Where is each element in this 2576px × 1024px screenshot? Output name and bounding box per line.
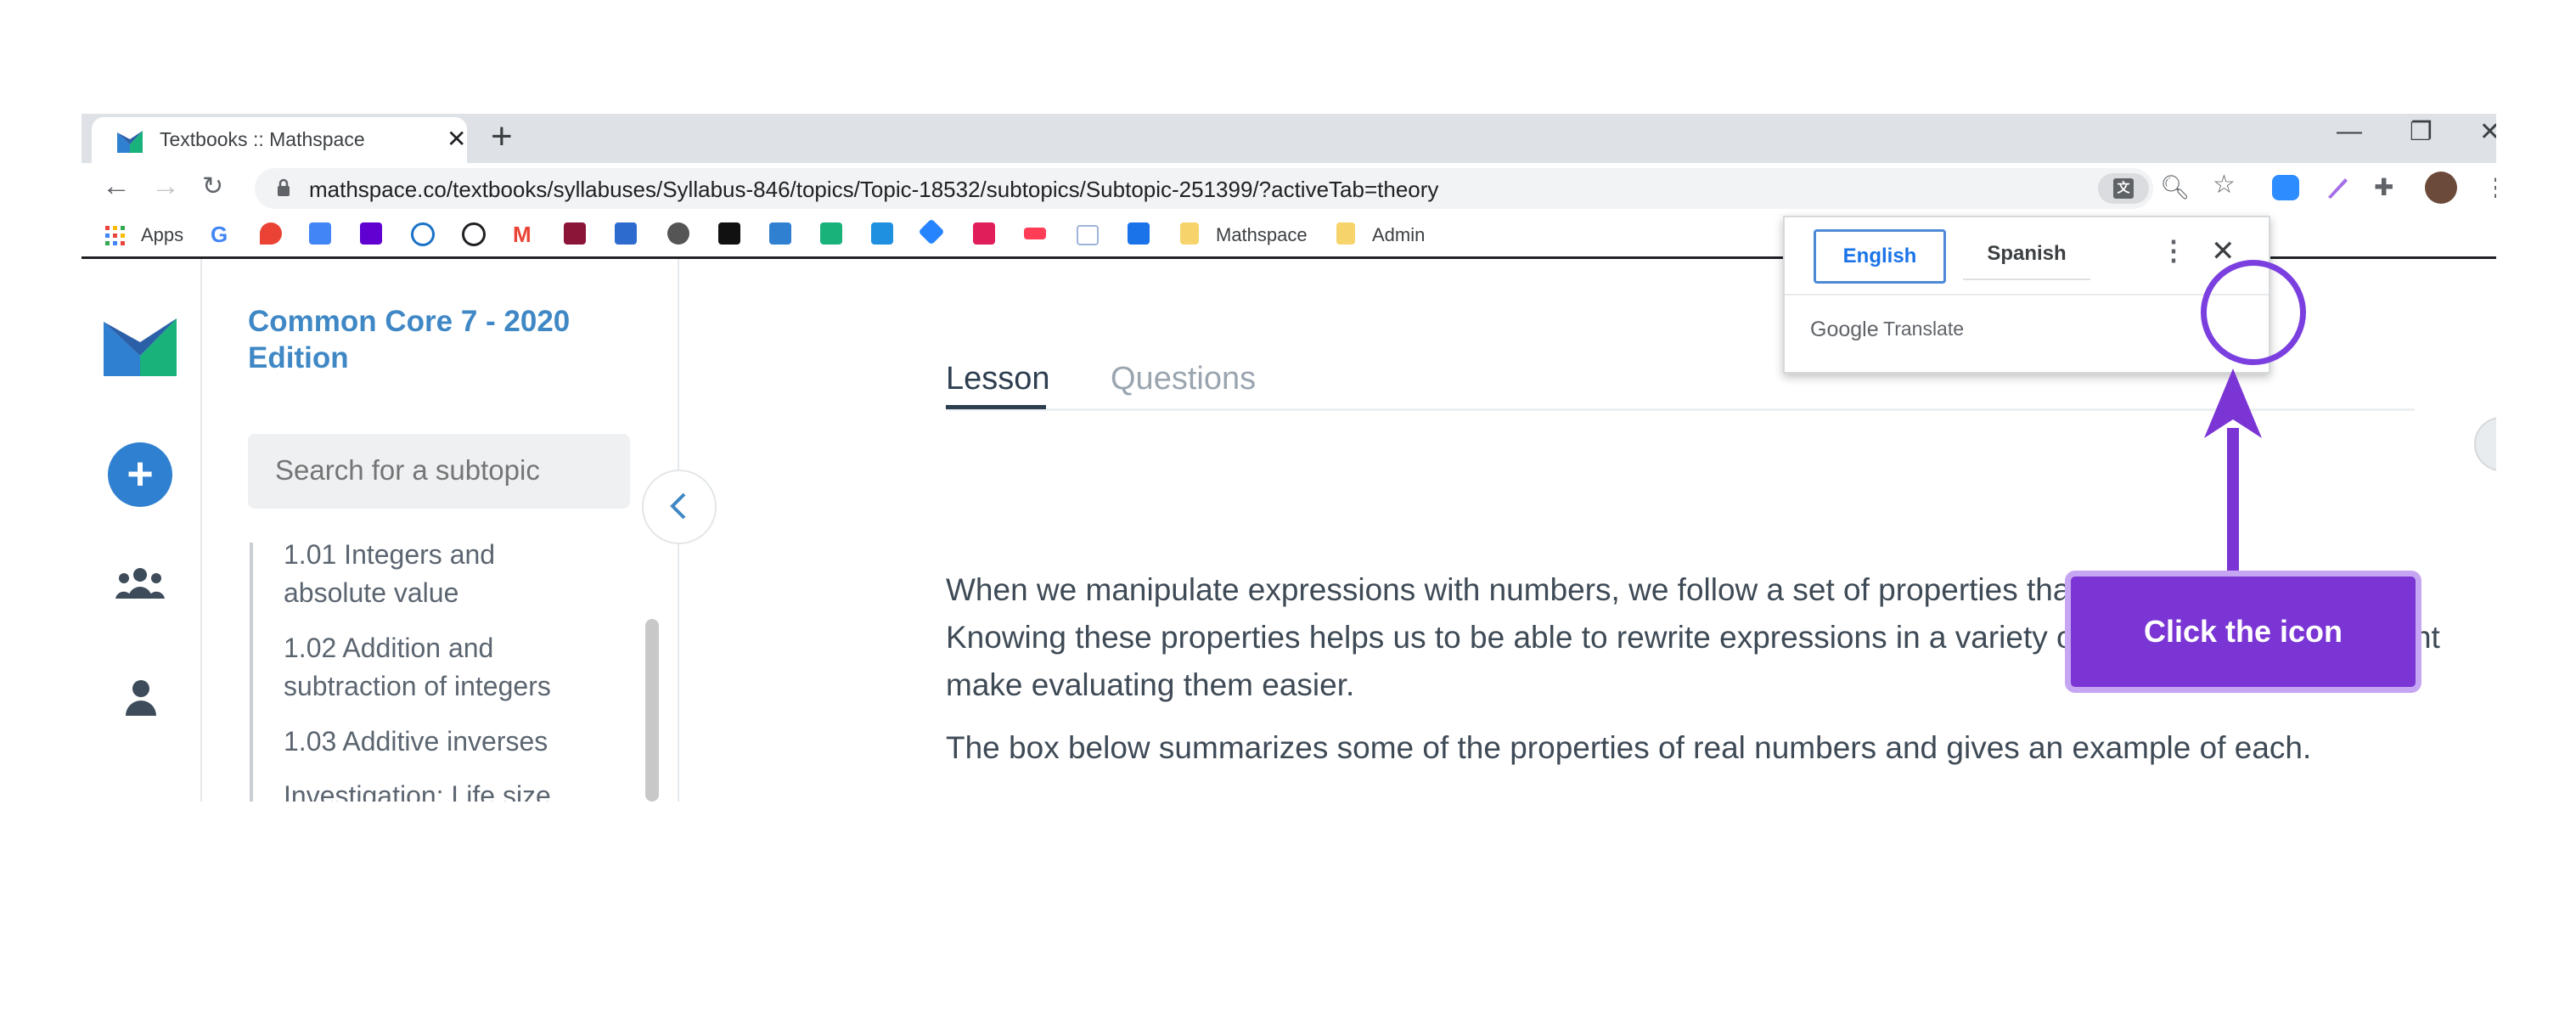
address-bar[interactable]: mathspace.co/textbooks/syllabuses/Syllab…: [255, 168, 2153, 209]
pen-extension-icon[interactable]: [2325, 175, 2350, 200]
translate-brand-text: Translate: [1883, 318, 1965, 340]
mathspace-bookmark-icon[interactable]: [769, 222, 791, 245]
slack-bookmark-icon[interactable]: [564, 222, 586, 245]
tab-close-icon[interactable]: ✕: [447, 125, 466, 153]
popup-divider: [1785, 294, 2269, 295]
reload-icon[interactable]: ↻: [202, 172, 223, 201]
topic-sidebar: Common Core 7 - 2020 Edition 1.01 Intege…: [202, 259, 679, 802]
dell-bookmark-icon[interactable]: [411, 222, 435, 246]
more-options-icon[interactable]: ⋮: [2160, 234, 2187, 267]
google-brand-text: Google: [1810, 318, 1879, 341]
language-option-spanish[interactable]: Spanish: [1963, 229, 2090, 280]
tab-strip: Textbooks :: Mathspace ✕ + — ❐ ✕: [82, 114, 2496, 163]
callout-text: Click the icon: [2143, 614, 2343, 649]
window-close-icon[interactable]: ✕: [2479, 117, 2496, 147]
new-tab-button[interactable]: +: [491, 115, 513, 158]
bookmark-apps[interactable]: Apps: [141, 224, 183, 246]
mathspace-favicon-icon: [117, 131, 143, 153]
bookmark-star-icon[interactable]: ☆: [2213, 170, 2236, 200]
calendar-grid-bookmark-icon[interactable]: [615, 222, 637, 245]
browser-tab[interactable]: Textbooks :: Mathspace ✕: [92, 117, 467, 163]
tab-lesson[interactable]: Lesson: [946, 361, 1050, 397]
toc-item[interactable]: Investigation: Life size: [284, 777, 589, 802]
zoom-search-icon[interactable]: 🔍︎: [2160, 173, 2191, 201]
profile-avatar[interactable]: [2425, 172, 2457, 204]
popup-close-icon[interactable]: ✕: [2211, 234, 2236, 268]
plus-icon: +: [127, 448, 154, 499]
lock-icon: [278, 178, 290, 196]
folder-admin-icon: [1336, 222, 1355, 245]
mathspace-logo-icon[interactable]: [104, 318, 177, 376]
browser-window: Textbooks :: Mathspace ✕ + — ❐ ✕ ← → ↻ m…: [82, 114, 2496, 802]
bookmark-folder-admin[interactable]: Admin: [1372, 224, 1425, 246]
translate-page-button[interactable]: 文: [2098, 173, 2149, 204]
instruction-callout: Click the icon: [2065, 571, 2421, 693]
language-option-english[interactable]: English: [1814, 229, 1946, 284]
tab-title: Textbooks :: Mathspace: [160, 128, 365, 150]
minimize-icon[interactable]: —: [2337, 117, 2362, 146]
subtopic-search-box[interactable]: [248, 434, 630, 509]
google-calendar-bookmark-icon[interactable]: [1128, 222, 1150, 245]
app-red-bookmark-icon[interactable]: [973, 222, 995, 245]
highlight-ring: [2201, 260, 2306, 365]
google-bookmark-icon[interactable]: G: [211, 222, 228, 248]
classes-group-icon[interactable]: [115, 566, 165, 600]
monday-bookmark-icon[interactable]: [1024, 228, 1046, 239]
translate-icon: 文: [2113, 178, 2134, 199]
active-tab-indicator: [946, 405, 1046, 409]
arrow-up-icon: [2204, 369, 2262, 579]
folder-mathspace-icon: [1180, 222, 1199, 245]
browser-menu-icon[interactable]: ⋮: [2484, 173, 2496, 201]
apps-grid-icon[interactable]: [105, 226, 126, 246]
translate-popup: English Spanish ⋮ ✕ Google Translate: [1783, 216, 2270, 374]
toc-item[interactable]: 1.01 Integers and absolute value: [284, 536, 589, 612]
speedometer-bookmark-icon[interactable]: [462, 222, 486, 246]
browser-toolbar: ← → ↻ mathspace.co/textbooks/syllabuses/…: [82, 163, 2496, 214]
back-icon[interactable]: ←: [102, 170, 131, 203]
mail-bookmark-icon[interactable]: [1077, 225, 1099, 245]
music-bookmark-icon[interactable]: [871, 222, 893, 245]
maps-bookmark-icon[interactable]: [260, 222, 282, 245]
p-bookmark-icon[interactable]: [718, 222, 740, 245]
url-text: mathspace.co/textbooks/syllabuses/Syllab…: [309, 177, 1439, 202]
mathspace2-bookmark-icon[interactable]: [820, 222, 842, 245]
forward-icon[interactable]: →: [151, 170, 180, 203]
app-left-rail: +: [82, 259, 202, 802]
tab-questions[interactable]: Questions: [1111, 361, 1256, 397]
jira-bookmark-icon[interactable]: [918, 218, 945, 245]
translate-bookmark-icon[interactable]: [309, 222, 331, 245]
toc-guide-line: [250, 543, 253, 802]
course-title[interactable]: Common Core 7 - 2020 Edition: [248, 303, 638, 376]
restore-icon[interactable]: ❐: [2410, 117, 2433, 147]
lesson-paragraph: The box below summarizes some of the pro…: [946, 730, 2312, 765]
toc-item[interactable]: 1.02 Addition and subtraction of integer…: [284, 629, 589, 706]
zoom-extension-icon[interactable]: [2272, 175, 2299, 200]
add-button[interactable]: +: [108, 442, 172, 507]
bookmark-folder-mathspace[interactable]: Mathspace: [1216, 224, 1308, 246]
yahoo-bookmark-icon[interactable]: [360, 222, 382, 245]
toc-item[interactable]: 1.03 Additive inverses: [284, 723, 589, 761]
profile-person-icon[interactable]: [124, 678, 158, 716]
globe-bookmark-icon[interactable]: [667, 222, 689, 245]
gmail-bookmark-icon[interactable]: M: [513, 222, 532, 248]
sidebar-scrollbar[interactable]: [645, 619, 659, 802]
extensions-puzzle-icon[interactable]: ✚: [2374, 173, 2393, 201]
subtopic-search-input[interactable]: [273, 453, 616, 488]
